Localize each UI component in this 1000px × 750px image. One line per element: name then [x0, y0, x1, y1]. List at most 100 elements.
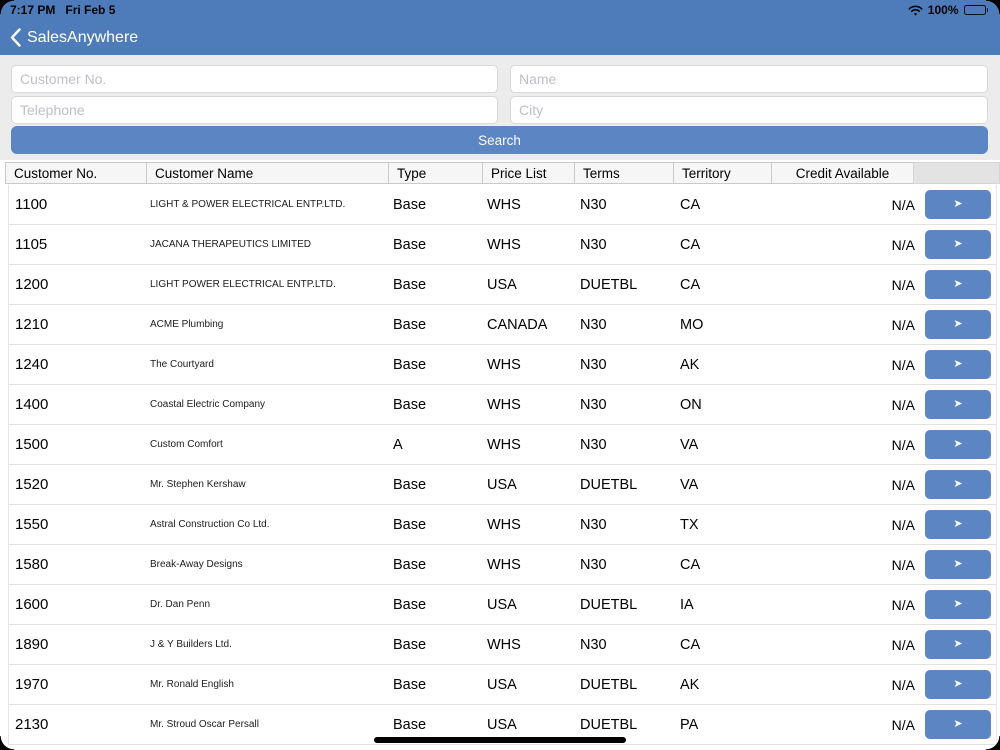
cell-customer-name: Custom Comfort — [150, 439, 223, 450]
column-header-credit-available[interactable]: Credit Available — [771, 162, 914, 184]
arrow-right-icon: ➤ — [953, 518, 963, 530]
telephone-input[interactable] — [11, 96, 498, 124]
cell-customer-name: Mr. Stroud Oscar Persall — [150, 719, 259, 730]
cell-type: Base — [393, 236, 427, 253]
cell-type: Base — [393, 636, 427, 653]
back-button[interactable]: SalesAnywhere — [10, 28, 138, 47]
cell-price-list: WHS — [487, 236, 521, 253]
cell-customer-name: The Courtyard — [150, 359, 214, 370]
cell-terms: DUETBL — [580, 476, 638, 493]
cell-territory: PA — [680, 716, 699, 733]
column-header-terms[interactable]: Terms — [574, 162, 674, 184]
cell-type: Base — [393, 396, 427, 413]
table-row: 1200 LIGHT POWER ELECTRICAL ENTP.LTD. Ba… — [9, 265, 996, 305]
cell-type: Base — [393, 276, 427, 293]
row-detail-button[interactable]: ➤ — [925, 390, 991, 419]
cell-credit-available: N/A — [891, 716, 915, 733]
cell-terms: N30 — [580, 516, 607, 533]
row-detail-button[interactable]: ➤ — [925, 310, 991, 339]
cell-price-list: WHS — [487, 436, 521, 453]
row-detail-button[interactable]: ➤ — [925, 630, 991, 659]
cell-price-list: WHS — [487, 396, 521, 413]
cell-credit-available: N/A — [891, 316, 915, 333]
cell-type: Base — [393, 196, 427, 213]
customer-no-input[interactable] — [11, 65, 498, 93]
cell-credit-available: N/A — [891, 676, 915, 693]
cell-territory: CA — [680, 196, 701, 213]
cell-customer-name: Dr. Dan Penn — [150, 599, 211, 610]
cell-customer-name: Break-Away Designs — [150, 559, 243, 570]
cell-terms: DUETBL — [580, 596, 638, 613]
cell-credit-available: N/A — [891, 596, 915, 613]
cell-customer-no: 2130 — [15, 716, 49, 733]
cell-type: Base — [393, 716, 427, 733]
row-detail-button[interactable]: ➤ — [925, 230, 991, 259]
cell-customer-no: 1970 — [15, 676, 49, 693]
cell-terms: N30 — [580, 436, 607, 453]
name-input[interactable] — [510, 65, 988, 93]
cell-type: Base — [393, 476, 427, 493]
navigation-bar: SalesAnywhere — [0, 20, 1000, 55]
cell-price-list: CANADA — [487, 316, 548, 333]
cell-credit-available: N/A — [891, 396, 915, 413]
back-button-label: SalesAnywhere — [27, 28, 139, 46]
cell-price-list: WHS — [487, 556, 521, 573]
arrow-right-icon: ➤ — [953, 398, 963, 410]
cell-territory: AK — [680, 676, 700, 693]
table-row: 1400 Coastal Electric Company Base WHS N… — [9, 385, 996, 425]
arrow-right-icon: ➤ — [953, 358, 963, 370]
cell-credit-available: N/A — [891, 236, 915, 253]
row-detail-button[interactable]: ➤ — [925, 670, 991, 699]
column-header-territory[interactable]: Territory — [673, 162, 772, 184]
table-row: 1890 J & Y Builders Ltd. Base WHS N30 CA… — [9, 625, 996, 665]
cell-credit-available: N/A — [891, 556, 915, 573]
cell-customer-no: 1100 — [15, 196, 48, 213]
cell-price-list: WHS — [487, 196, 521, 213]
cell-type: A — [393, 436, 403, 453]
cell-customer-no: 1550 — [15, 516, 49, 533]
table-row: 1210 ACME Plumbing Base CANADA N30 MO N/… — [9, 305, 996, 345]
cell-terms: DUETBL — [580, 716, 638, 733]
row-detail-button[interactable]: ➤ — [925, 470, 991, 499]
cell-terms: N30 — [580, 236, 607, 253]
status-time: 7:17 PM — [10, 3, 56, 17]
arrow-right-icon: ➤ — [953, 638, 963, 650]
table-row: 1240 The Courtyard Base WHS N30 AK N/A ➤ — [9, 345, 996, 385]
cell-customer-no: 1600 — [15, 596, 49, 613]
cell-price-list: USA — [487, 276, 517, 293]
row-detail-button[interactable]: ➤ — [925, 190, 991, 219]
cell-credit-available: N/A — [891, 436, 915, 453]
search-button[interactable]: Search — [11, 126, 988, 154]
row-detail-button[interactable]: ➤ — [925, 510, 991, 539]
cell-terms: N30 — [580, 396, 607, 413]
cell-customer-name: J & Y Builders Ltd. — [150, 639, 232, 650]
row-detail-button[interactable]: ➤ — [925, 350, 991, 379]
column-header-price-list[interactable]: Price List — [482, 162, 575, 184]
table-row: 1550 Astral Construction Co Ltd. Base WH… — [9, 505, 996, 545]
cell-customer-no: 1105 — [15, 236, 48, 253]
cell-credit-available: N/A — [891, 476, 915, 493]
cell-customer-no: 1520 — [15, 476, 49, 493]
cell-type: Base — [393, 356, 427, 373]
row-detail-button[interactable]: ➤ — [925, 590, 991, 619]
column-header-customer-no[interactable]: Customer No. — [5, 162, 147, 184]
cell-customer-no: 1500 — [15, 436, 49, 453]
column-header-type[interactable]: Type — [388, 162, 483, 184]
column-header-actions-filler — [913, 162, 1000, 184]
row-detail-button[interactable]: ➤ — [925, 430, 991, 459]
wifi-icon — [908, 5, 923, 16]
row-detail-button[interactable]: ➤ — [925, 550, 991, 579]
cell-customer-no: 1240 — [15, 356, 49, 373]
column-header-customer-name[interactable]: Customer Name — [146, 162, 389, 184]
row-detail-button[interactable]: ➤ — [925, 270, 991, 299]
status-date: Fri Feb 5 — [65, 3, 116, 17]
cell-terms: N30 — [580, 316, 607, 333]
cell-customer-name: LIGHT POWER ELECTRICAL ENTP.LTD. — [150, 279, 336, 290]
arrow-right-icon: ➤ — [953, 318, 963, 330]
row-detail-button[interactable]: ➤ — [925, 710, 991, 739]
city-input[interactable] — [510, 96, 988, 124]
home-indicator[interactable] — [374, 737, 626, 743]
cell-price-list: WHS — [487, 356, 521, 373]
app-screen: 7:17 PM Fri Feb 5 100% SalesAnywhere Cus… — [0, 0, 1000, 750]
table-row: 1970 Mr. Ronald English Base USA DUETBL … — [9, 665, 996, 705]
